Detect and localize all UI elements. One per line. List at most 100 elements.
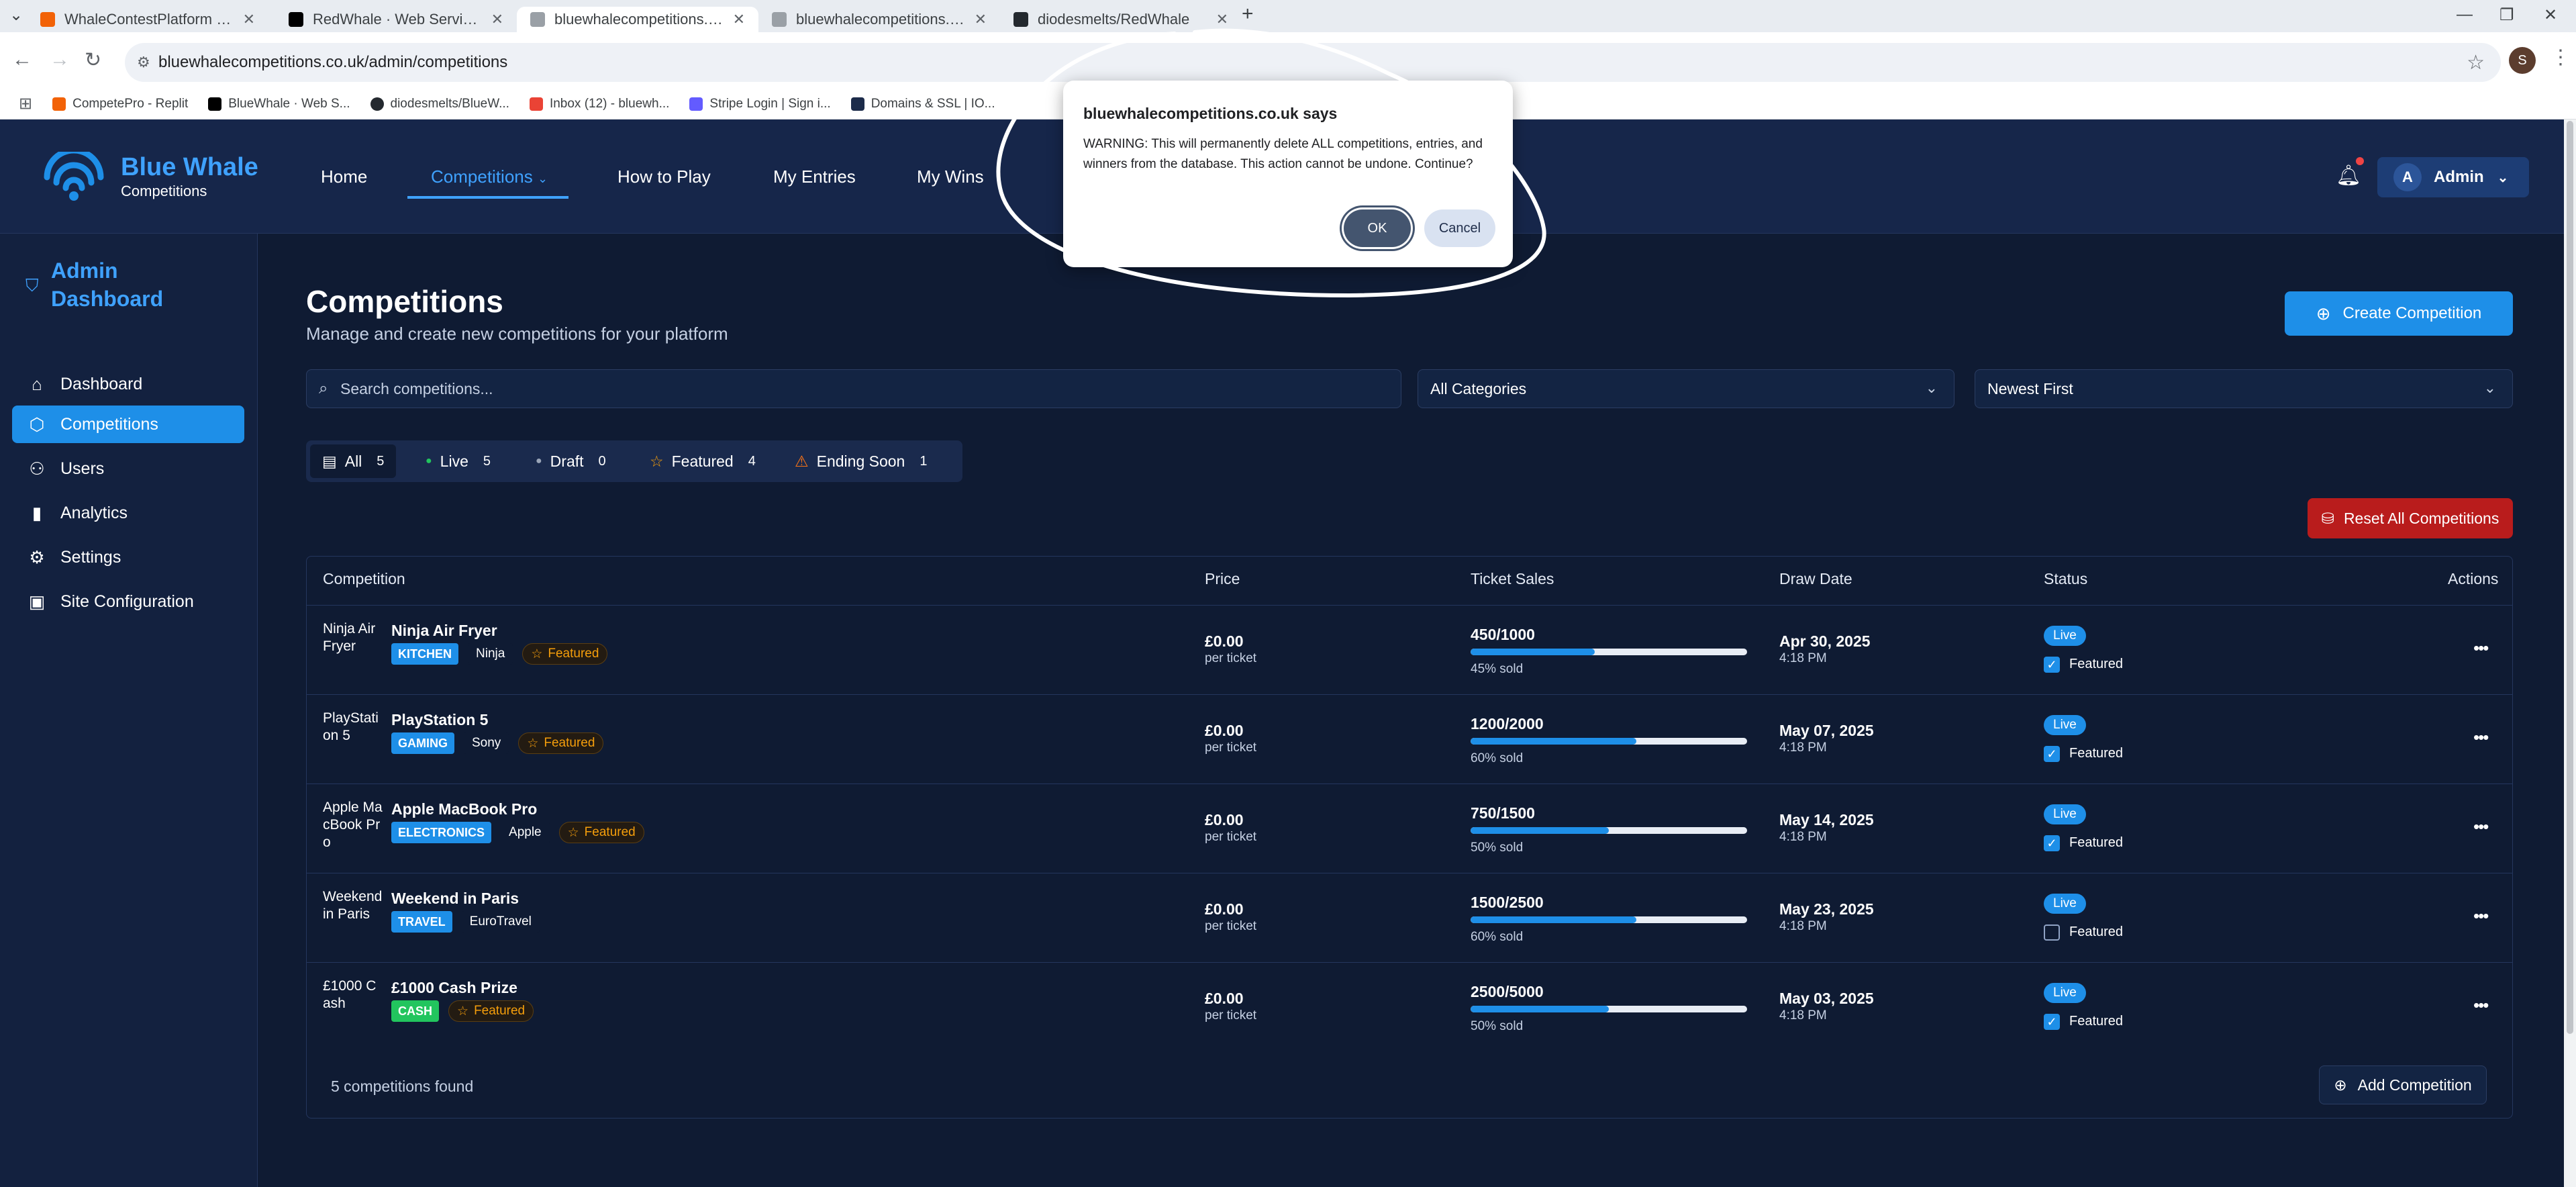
close-icon[interactable]: ✕ <box>724 11 745 28</box>
column-header[interactable]: Competition <box>323 570 405 588</box>
competition-name[interactable]: Apple MacBook Pro <box>391 800 537 818</box>
table-row[interactable]: Ninja Air Fryer Ninja Air Fryer KITCHEN Nin… <box>307 605 2512 694</box>
browser-tab[interactable]: bluewhalecompetitions.co.uk/a ✕ <box>758 7 1000 32</box>
more-actions-icon[interactable]: ••• <box>2473 816 2489 837</box>
bookmark-item[interactable]: BlueWhale · Web S... <box>208 97 350 111</box>
filter-label: All <box>344 452 362 470</box>
sidebar-item-analytics[interactable]: ▮ Analytics <box>12 494 244 532</box>
site-info-icon[interactable]: ⚙ <box>137 54 153 70</box>
browser-tab[interactable]: RedWhale · Web Service · Ren ✕ <box>275 7 517 32</box>
brand-name[interactable]: Blue Whale <box>121 153 258 182</box>
nav-how-to-play[interactable]: How to Play <box>617 167 711 187</box>
sales-progress-fill <box>1471 649 1595 655</box>
filter-all[interactable]: ▤ All 5 <box>310 444 397 478</box>
reload-icon[interactable]: ↻ <box>85 48 101 72</box>
close-icon[interactable]: ✕ <box>234 11 255 28</box>
featured-checkbox-label: Featured <box>2069 1014 2124 1029</box>
reset-all-competitions-button[interactable]: ⛁ Reset All Competitions <box>2308 498 2513 538</box>
category-select[interactable]: All Categories ⌄ <box>1418 369 1954 408</box>
competition-thumbnail[interactable]: Weekend in Paris <box>323 888 383 923</box>
column-header[interactable]: Price <box>1205 570 1240 588</box>
featured-checkbox[interactable]: ✓ <box>2044 746 2060 762</box>
table-row[interactable]: Apple MacBook Pro Apple MacBook Pro ELECTR… <box>307 784 2512 873</box>
column-header[interactable]: Draw Date <box>1779 570 1852 588</box>
sort-select[interactable]: Newest First ⌄ <box>1975 369 2513 408</box>
more-actions-icon[interactable]: ••• <box>2473 727 2489 748</box>
competition-thumbnail[interactable]: Apple MacBook Pro <box>323 799 383 851</box>
profile-avatar[interactable]: S <box>2509 47 2536 74</box>
featured-checkbox[interactable]: ✓ <box>2044 1014 2060 1030</box>
sort-select-value: Newest First <box>1987 379 2073 397</box>
column-header[interactable]: Status <box>2044 570 2087 588</box>
new-tab-button[interactable]: + <box>1242 3 1254 26</box>
page-scrollbar[interactable] <box>2564 120 2576 1187</box>
close-icon[interactable]: ✕ <box>965 11 987 28</box>
filter-featured[interactable]: ☆ Featured 4 <box>638 444 768 478</box>
forward-arrow-icon[interactable]: → <box>50 48 70 71</box>
window-close-icon[interactable]: ✕ <box>2544 5 2557 25</box>
competition-thumbnail[interactable]: PlayStation 5 <box>323 710 383 745</box>
add-competition-button[interactable]: ⊕ Add Competition <box>2319 1065 2487 1104</box>
maximize-icon[interactable]: ❐ <box>2499 5 2514 25</box>
bookmark-item[interactable]: Inbox (12) - bluewh... <box>529 97 669 111</box>
bookmark-item[interactable]: Domains & SSL | IO... <box>850 97 995 111</box>
browser-menu-icon[interactable]: ⋮ <box>2550 46 2571 69</box>
filter-live[interactable]: ● Live 5 <box>413 444 503 478</box>
more-actions-icon[interactable]: ••• <box>2473 638 2489 659</box>
nav-my-entries[interactable]: My Entries <box>773 167 856 187</box>
tab-search-icon[interactable]: ⌄ <box>9 5 23 25</box>
column-header[interactable]: Ticket Sales <box>1471 570 1554 588</box>
create-competition-button[interactable]: ⊕ Create Competition <box>2285 291 2513 336</box>
competition-name[interactable]: Ninja Air Fryer <box>391 622 497 640</box>
featured-checkbox[interactable] <box>2044 924 2060 941</box>
sidebar-item-site-configuration[interactable]: ▣ Site Configuration <box>12 583 244 620</box>
competition-name[interactable]: £1000 Cash Prize <box>391 979 517 997</box>
confirm-dialog: bluewhalecompetitions.co.uk says WARNING… <box>1063 81 1513 267</box>
featured-checkbox[interactable]: ✓ <box>2044 657 2060 673</box>
address-bar[interactable]: ⚙ bluewhalecompetitions.co.uk/admin/comp… <box>125 43 2501 82</box>
sidebar-item-users[interactable]: ⚇ Users <box>12 450 244 487</box>
bookmark-star-icon[interactable]: ☆ <box>2467 51 2485 75</box>
search-input[interactable]: ⌕ Search competitions... <box>306 369 1401 408</box>
competition-name[interactable]: Weekend in Paris <box>391 890 519 908</box>
apps-grid-icon[interactable]: ⊞ <box>19 94 32 113</box>
nav-competitions[interactable]: Competitions ⌄ <box>431 167 548 187</box>
dialog-ok-button[interactable]: OK <box>1344 209 1411 247</box>
sidebar-item-settings[interactable]: ⚙ Settings <box>12 538 244 576</box>
table-row[interactable]: Weekend in Paris Weekend in Paris TRAVEL Eu… <box>307 873 2512 962</box>
browser-tab[interactable]: WhaleContestPlatform - Replit ✕ <box>27 7 268 32</box>
draft-dot-icon: ● <box>536 455 542 467</box>
back-arrow-icon[interactable]: ← <box>12 48 32 71</box>
filter-ending-soon[interactable]: ⚠ Ending Soon 1 <box>783 444 939 478</box>
bookmark-item[interactable]: diodesmelts/BlueW... <box>370 97 509 111</box>
sidebar-item-dashboard[interactable]: ⌂ Dashboard <box>12 365 244 403</box>
competition-thumbnail[interactable]: £1000 Cash <box>323 978 383 1012</box>
competition-name[interactable]: PlayStation 5 <box>391 711 488 729</box>
star-icon: ☆ <box>567 825 579 840</box>
check-icon: ✓ <box>2046 836 2057 850</box>
browser-tab[interactable]: diodesmelts/RedWhale ✕ <box>1000 7 1242 32</box>
close-icon[interactable]: ✕ <box>1207 11 1228 28</box>
more-actions-icon[interactable]: ••• <box>2473 995 2489 1016</box>
admin-menu-button[interactable]: A Admin ⌄ <box>2377 157 2529 197</box>
featured-checkbox[interactable]: ✓ <box>2044 835 2060 851</box>
table-row[interactable]: £1000 Cash £1000 Cash Prize CASH ☆ Featured £… <box>307 962 2512 1051</box>
close-icon[interactable]: ✕ <box>482 11 503 28</box>
bookmark-favicon-icon <box>208 97 222 111</box>
sidebar-item-competitions[interactable]: ⬡ Competitions <box>12 406 244 443</box>
filter-draft[interactable]: ● Draft 0 <box>524 444 618 478</box>
bookmark-item[interactable]: Stripe Login | Sign i... <box>689 97 831 111</box>
table-row[interactable]: PlayStation 5 PlayStation 5 GAMING Sony ☆ Fea… <box>307 694 2512 784</box>
nav-my-wins[interactable]: My Wins <box>917 167 984 187</box>
minimize-icon[interactable]: — <box>2457 5 2473 24</box>
browser-tab-active[interactable]: bluewhalecompetitions.co.uk/ad ✕ <box>517 7 758 32</box>
nav-home[interactable]: Home <box>321 167 367 187</box>
bookmark-item[interactable]: CompetePro - Replit <box>52 97 188 111</box>
competition-thumbnail[interactable]: Ninja Air Fryer <box>323 620 383 655</box>
bell-icon[interactable]: 🔔︎ <box>2336 164 2361 187</box>
scrollbar-thumb[interactable] <box>2567 121 2573 1034</box>
more-actions-icon[interactable]: ••• <box>2473 906 2489 927</box>
whale-logo-icon[interactable] <box>40 152 107 205</box>
featured-badge: ☆ Featured <box>558 822 644 843</box>
dialog-cancel-button[interactable]: Cancel <box>1424 209 1495 247</box>
